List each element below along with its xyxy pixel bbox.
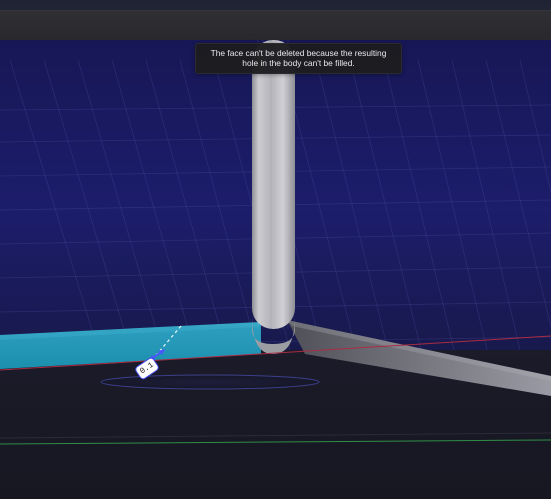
- error-tooltip: The face can't be deleted because the re…: [195, 43, 402, 74]
- hole-preview: [100, 374, 320, 390]
- 3d-viewport[interactable]: [0, 40, 551, 499]
- title-bar: [0, 10, 551, 41]
- cad-window: The face can't be deleted because the re…: [0, 0, 551, 499]
- vertical-column: [252, 40, 295, 329]
